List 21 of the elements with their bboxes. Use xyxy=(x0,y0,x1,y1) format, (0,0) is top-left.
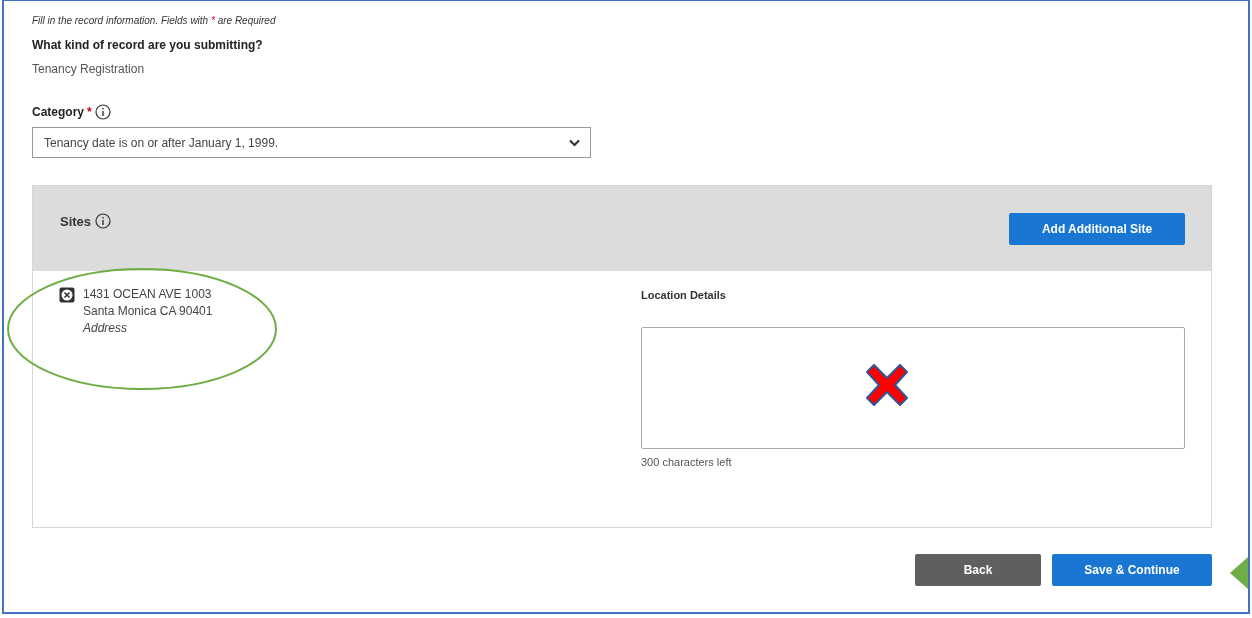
record-type-value: Tenancy Registration xyxy=(32,62,146,76)
address-line: 1431 OCEAN AVE 1003 xyxy=(83,287,213,301)
back-button[interactable]: Back xyxy=(915,554,1041,586)
required-mark: * xyxy=(87,105,92,119)
info-icon[interactable] xyxy=(94,104,111,120)
category-dropdown[interactable]: Tenancy date is on or after January 1, 1999. xyxy=(32,127,591,158)
cross-mark-icon xyxy=(866,364,908,406)
site-type: Address xyxy=(83,321,129,335)
form-instructions: Fill in the record information. Fields with * are Required xyxy=(32,15,277,26)
address-line: Santa Monica CA 90401 xyxy=(83,304,213,318)
category-label: Category xyxy=(32,105,84,119)
remove-icon[interactable] xyxy=(59,287,75,303)
location-details-label: Location Details xyxy=(641,289,727,301)
record-question: What kind of record are you submitting? xyxy=(32,38,264,52)
sites-title: Sites xyxy=(60,213,92,229)
info-icon[interactable] xyxy=(95,213,112,229)
chevron-down-icon xyxy=(569,138,580,147)
save-continue-button[interactable]: Save & Continue xyxy=(1052,554,1212,586)
add-site-button[interactable]: Add Additional Site xyxy=(1009,212,1185,245)
character-counter: 300 characters left xyxy=(641,456,733,468)
location-details-field[interactable] xyxy=(641,327,1185,449)
